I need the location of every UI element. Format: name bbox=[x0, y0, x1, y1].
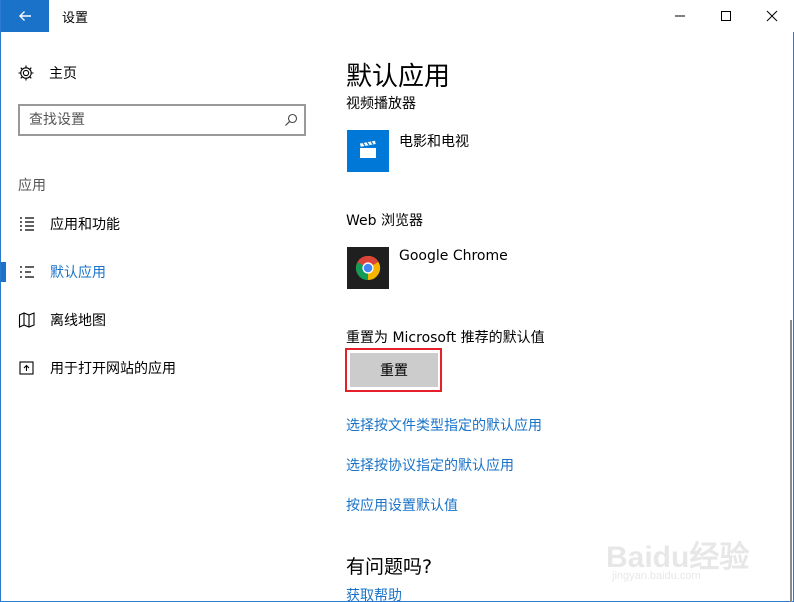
sidebar-section-label: 应用 bbox=[18, 178, 46, 194]
gear-icon bbox=[17, 64, 35, 82]
minimize-button[interactable] bbox=[657, 0, 703, 32]
default-apps-icon bbox=[18, 263, 36, 281]
watermark: Baidu经验 jingyan.baidu.com bbox=[606, 518, 776, 588]
video-player-label: 视频播放器 bbox=[346, 96, 416, 112]
minimize-icon bbox=[675, 15, 685, 17]
sidebar-item-label: 应用和功能 bbox=[50, 217, 120, 233]
watermark-text: Baidu经验 bbox=[606, 541, 750, 574]
watermark-sub: jingyan.baidu.com bbox=[612, 570, 701, 582]
maximize-icon bbox=[721, 11, 731, 21]
web-browser-label: Web 浏览器 bbox=[346, 213, 423, 229]
search-input[interactable] bbox=[20, 106, 270, 134]
close-icon bbox=[766, 10, 778, 22]
sidebar-item-open-websites[interactable]: 用于打开网站的应用 bbox=[1, 348, 331, 388]
video-player-app[interactable]: 电影和电视 bbox=[347, 130, 469, 172]
sidebar-item-label: 用于打开网站的应用 bbox=[50, 361, 176, 377]
page-title: 默认应用 bbox=[346, 62, 451, 92]
open-website-icon bbox=[18, 359, 36, 377]
map-icon bbox=[18, 311, 36, 329]
sidebar-home-label: 主页 bbox=[49, 66, 77, 82]
sidebar-item-offline-maps[interactable]: 离线地图 bbox=[1, 300, 331, 340]
sidebar-item-default-apps[interactable]: 默认应用 bbox=[1, 252, 331, 292]
link-choose-by-file-type[interactable]: 选择按文件类型指定的默认应用 bbox=[346, 415, 542, 435]
window-title: 设置 bbox=[62, 11, 89, 26]
list-icon bbox=[18, 215, 36, 233]
back-button[interactable] bbox=[1, 0, 49, 32]
video-player-app-name: 电影和电视 bbox=[399, 134, 469, 150]
settings-window: 设置 主页 应用 bbox=[0, 0, 794, 602]
web-browser-app[interactable]: Google Chrome bbox=[347, 247, 508, 289]
chrome-icon bbox=[347, 247, 389, 289]
link-choose-by-protocol[interactable]: 选择按协议指定的默认应用 bbox=[346, 455, 514, 475]
sidebar-item-label: 离线地图 bbox=[50, 313, 106, 329]
movies-tv-icon bbox=[347, 130, 389, 172]
link-set-defaults-by-app[interactable]: 按应用设置默认值 bbox=[346, 495, 458, 515]
title-bar: 设置 bbox=[1, 0, 794, 32]
reset-button[interactable]: 重置 bbox=[350, 353, 438, 387]
search-icon[interactable] bbox=[284, 113, 298, 127]
sidebar-home[interactable]: 主页 bbox=[17, 62, 77, 84]
close-button[interactable] bbox=[749, 0, 794, 32]
maximize-button[interactable] bbox=[703, 0, 749, 32]
web-browser-app-name: Google Chrome bbox=[399, 248, 508, 264]
back-arrow-icon bbox=[19, 11, 31, 21]
sidebar-item-apps-features[interactable]: 应用和功能 bbox=[1, 204, 331, 244]
active-indicator bbox=[1, 262, 6, 282]
reset-label: 重置为 Microsoft 推荐的默认值 bbox=[346, 330, 545, 346]
link-get-help[interactable]: 获取帮助 bbox=[346, 585, 402, 602]
search-box[interactable] bbox=[18, 104, 306, 136]
sidebar-item-label: 默认应用 bbox=[50, 265, 106, 281]
scrollbar[interactable] bbox=[790, 320, 792, 602]
help-title: 有问题吗? bbox=[346, 556, 433, 578]
